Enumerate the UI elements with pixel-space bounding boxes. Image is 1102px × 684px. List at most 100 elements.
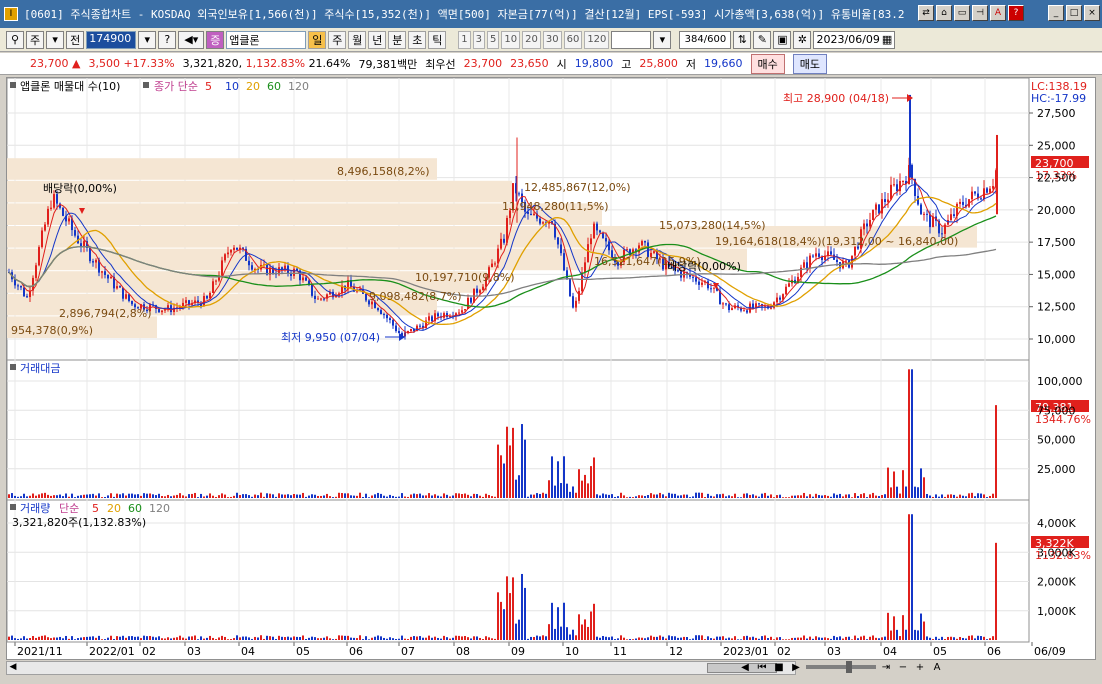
interval-20[interactable]: 20 — [522, 30, 541, 49]
interval-3[interactable]: 3 — [472, 30, 485, 49]
amount-bar — [908, 369, 910, 498]
amount-bar — [359, 492, 361, 498]
volume-bar — [767, 638, 769, 640]
amount-bar — [119, 494, 121, 498]
prev-button[interactable]: 전 — [66, 30, 85, 49]
code-input[interactable]: 174900 — [86, 30, 137, 49]
code-search-icon[interactable]: ⚲ — [6, 30, 24, 49]
date-field[interactable]: 2023/06/09 ▦ — [813, 30, 896, 49]
volume-bar — [326, 636, 328, 640]
settings-icon[interactable]: ✲ — [793, 30, 812, 49]
candle-body — [779, 297, 781, 300]
interval-input[interactable] — [611, 30, 652, 49]
x-tick-label: 06 — [987, 645, 1001, 658]
save-icon[interactable]: ▣ — [773, 30, 792, 49]
zoom-icon[interactable]: ⇅ — [733, 30, 752, 49]
minimize-icon[interactable]: _ — [1048, 5, 1064, 21]
volume-bar — [824, 637, 826, 640]
interval-120[interactable]: 120 — [584, 30, 610, 49]
market-select[interactable]: 주 — [26, 30, 45, 49]
nav-prev-icon[interactable]: ◀ — [738, 660, 752, 674]
interval-5[interactable]: 5 — [487, 30, 500, 49]
scroll-left-icon[interactable]: ◀ — [7, 662, 19, 674]
font-icon[interactable]: A — [990, 5, 1006, 21]
help-icon[interactable]: ? — [1008, 5, 1024, 21]
interval-30[interactable]: 30 — [542, 30, 562, 49]
zoom-slider[interactable] — [806, 661, 876, 673]
amount-bar — [518, 475, 520, 498]
period-tick[interactable]: 틱 — [428, 30, 447, 49]
amount-bar — [893, 471, 895, 498]
amount-bar — [395, 496, 397, 498]
nav-next-icon[interactable]: ▶ — [789, 660, 803, 674]
chart-area[interactable]: 8,496,158(8,2%) 12,485,867(12,0%) 11,948,2… — [6, 77, 1096, 660]
candle-body — [713, 287, 715, 289]
period-month[interactable]: 월 — [348, 30, 367, 49]
nav-stop-icon[interactable]: ■ — [772, 660, 786, 674]
period-day[interactable]: 일 — [308, 30, 327, 49]
amount-bar — [374, 494, 376, 498]
zoom-out-icon[interactable]: − — [896, 660, 910, 674]
volume-bar — [932, 639, 934, 640]
maximize-icon[interactable]: □ — [1066, 5, 1082, 21]
x-tick-label: 04 — [241, 645, 255, 658]
interval-1[interactable]: 1 — [458, 30, 471, 49]
stock-name-field[interactable]: 앱클론 — [226, 30, 307, 49]
pin-icon[interactable]: ⊣ — [972, 5, 988, 21]
candle-body — [110, 276, 112, 279]
amount-bar — [599, 495, 601, 498]
sound-icon[interactable]: ◀▾ — [178, 30, 205, 49]
window-icon[interactable]: ▭ — [954, 5, 970, 21]
calendar-icon[interactable]: ▦ — [882, 33, 892, 46]
volume-bar — [794, 637, 796, 640]
amount-bar — [23, 493, 25, 498]
volume-bar — [410, 636, 412, 640]
chart-svg[interactable]: 8,496,158(8,2%) 12,485,867(12,0%) 11,948,2… — [6, 77, 1095, 659]
nav-end-icon[interactable]: ⇥ — [879, 660, 893, 674]
dropdown-icon[interactable]: ▾ — [46, 30, 65, 49]
amount-tick-label: 25,000 — [1037, 463, 1076, 476]
amount-bar — [344, 493, 346, 498]
amount-bar — [200, 493, 202, 498]
close-icon[interactable]: × — [1084, 5, 1100, 21]
interval-10[interactable]: 10 — [501, 30, 521, 49]
buy-button[interactable]: 매수 — [750, 53, 785, 74]
high-note: 최고 28,900 (04/18) — [783, 92, 889, 105]
sell-button[interactable]: 매도 — [792, 53, 827, 74]
volume-bar — [905, 629, 907, 640]
home-icon[interactable]: ⌂ — [936, 5, 952, 21]
volume-bar — [398, 638, 400, 640]
period-year[interactable]: 년 — [368, 30, 387, 49]
candle-body — [701, 282, 703, 285]
code-dropdown-icon[interactable]: ▾ — [138, 30, 157, 49]
nav-first-icon[interactable]: ⏮ — [755, 660, 769, 674]
amount-bar — [758, 496, 760, 498]
amount-bar — [623, 495, 625, 498]
font-size-icon[interactable]: A — [930, 660, 944, 674]
candle-body — [500, 238, 502, 249]
candle-body — [437, 313, 439, 317]
amount-bar — [500, 455, 502, 498]
amount-bar — [161, 495, 163, 498]
lookup-icon[interactable]: ? — [158, 30, 177, 49]
volume-bar — [935, 636, 937, 640]
count-field[interactable]: 384/600 — [679, 30, 732, 49]
period-week[interactable]: 주 — [328, 30, 347, 49]
zoom-in-icon[interactable]: + — [913, 660, 927, 674]
volume-bar — [593, 603, 595, 640]
amount-bar — [176, 494, 178, 498]
period-second[interactable]: 초 — [408, 30, 427, 49]
volume-bar — [758, 638, 760, 640]
amount-bar — [812, 496, 814, 498]
interval-dropdown-icon[interactable]: ▾ — [653, 30, 672, 49]
amount-bar — [884, 494, 886, 498]
tools-icon[interactable]: ✎ — [753, 30, 772, 49]
amount-bar — [755, 495, 757, 498]
amount-bar — [620, 492, 622, 498]
volume-bar — [857, 638, 859, 640]
link-icon[interactable]: ⇄ — [918, 5, 934, 21]
amount-bar — [635, 496, 637, 498]
chart-scrollbar[interactable]: ◀ — [6, 661, 796, 675]
interval-60[interactable]: 60 — [563, 30, 583, 49]
period-minute[interactable]: 분 — [388, 30, 407, 49]
